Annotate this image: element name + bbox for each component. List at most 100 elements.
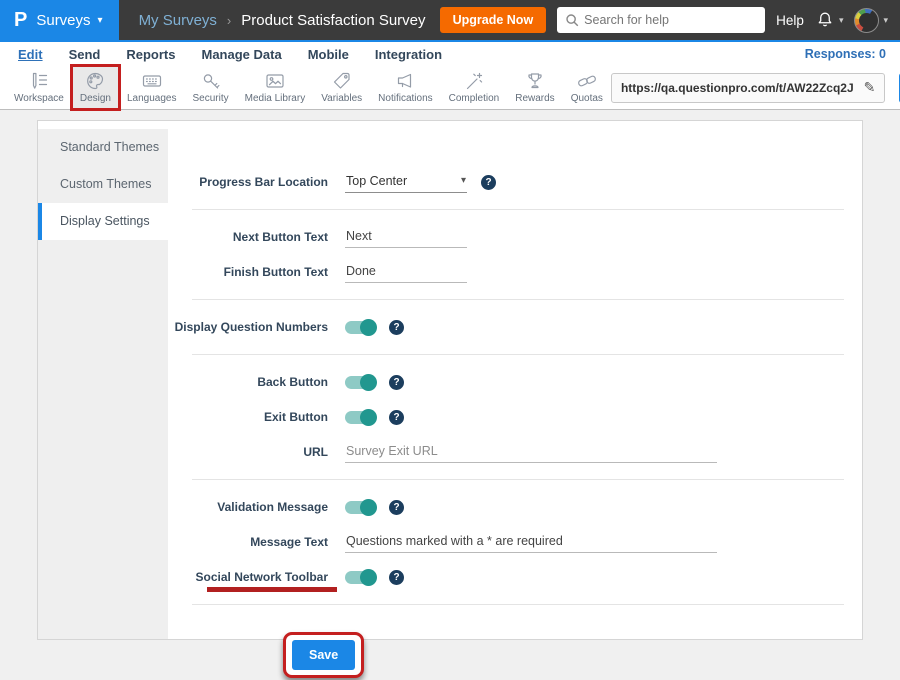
tool-label: Design [80, 93, 111, 104]
tool-label: Workspace [14, 93, 64, 104]
sidebar-item-custom-themes[interactable]: Custom Themes [38, 166, 168, 203]
survey-url: https://qa.questionpro.com/t/AW22Zcq2J [621, 81, 854, 95]
tool-rewards[interactable]: Rewards [507, 66, 562, 109]
help-icon[interactable] [389, 410, 404, 425]
divider [192, 299, 844, 300]
validation-message-label: Validation Message [168, 500, 328, 514]
red-underline-annotation [207, 587, 337, 592]
tool-variables[interactable]: Variables [313, 66, 370, 109]
design-palette-icon [84, 70, 106, 92]
nav-tab-send[interactable]: Send [69, 47, 101, 62]
display-question-numbers-row: Display Question Numbers [168, 315, 862, 339]
nav-tab-edit[interactable]: Edit [18, 47, 43, 62]
exit-url-input[interactable] [345, 442, 717, 463]
nav-tab-integration[interactable]: Integration [375, 47, 442, 62]
display-question-numbers-toggle[interactable] [345, 321, 375, 334]
divider [192, 209, 844, 210]
exit-url-label: URL [168, 445, 328, 459]
exit-button-toggle[interactable] [345, 411, 375, 424]
search-icon [564, 12, 580, 28]
topbar: P Surveys ▾ My Surveys › Product Satisfa… [0, 0, 900, 40]
display-question-numbers-label: Display Question Numbers [168, 320, 328, 334]
megaphone-icon [394, 70, 416, 92]
social-network-toolbar-label: Social Network Toolbar [168, 570, 328, 584]
help-search [557, 7, 765, 33]
search-input[interactable] [557, 7, 765, 33]
back-button-label: Back Button [168, 375, 328, 389]
message-text-input[interactable] [345, 532, 717, 553]
survey-nav: Edit Send Reports Manage Data Mobile Int… [0, 40, 900, 66]
tool-label: Variables [321, 93, 362, 104]
exit-url-row: URL [168, 440, 862, 464]
tool-design[interactable]: Design [72, 66, 119, 109]
help-icon[interactable] [481, 175, 496, 190]
tool-security[interactable]: Security [184, 66, 236, 109]
exit-button-label: Exit Button [168, 410, 328, 424]
finish-button-text-input[interactable] [345, 262, 467, 283]
tool-completion[interactable]: Completion [441, 66, 508, 109]
responses-count[interactable]: Responses: 0 [805, 47, 886, 61]
nav-tab-manage-data[interactable]: Manage Data [201, 47, 281, 62]
chain-links-icon [576, 70, 598, 92]
product-logo-box[interactable]: P Surveys ▾ [0, 0, 119, 40]
surveys-menu[interactable]: Surveys ▾ [36, 12, 102, 29]
help-icon[interactable] [389, 570, 404, 585]
next-button-text-label: Next Button Text [168, 230, 328, 244]
notifications-bell[interactable]: ▾ [815, 10, 844, 30]
save-button[interactable]: Save [292, 640, 355, 670]
upgrade-now-button[interactable]: Upgrade Now [440, 7, 547, 33]
tool-label: Media Library [245, 93, 306, 104]
nav-tab-mobile[interactable]: Mobile [308, 47, 349, 62]
bell-icon [815, 10, 835, 30]
sidebar-item-standard-themes[interactable]: Standard Themes [38, 129, 168, 166]
breadcrumb-my-surveys[interactable]: My Surveys [139, 12, 217, 29]
edit-toolbar: Workspace Design Languages Security Medi… [0, 66, 900, 110]
progress-bar-location-select[interactable]: Top Center ▾ [345, 172, 467, 193]
tool-quotas[interactable]: Quotas [563, 66, 611, 109]
help-link[interactable]: Help [776, 13, 804, 28]
help-icon[interactable] [389, 320, 404, 335]
next-button-text-input[interactable] [345, 227, 467, 248]
tool-notifications[interactable]: Notifications [370, 66, 440, 109]
help-icon[interactable] [389, 500, 404, 515]
tool-label: Languages [127, 93, 177, 104]
survey-url-box: https://qa.questionpro.com/t/AW22Zcq2J ✎ [611, 73, 885, 103]
tool-label: Completion [449, 93, 500, 104]
tool-label: Notifications [378, 93, 432, 104]
social-network-toolbar-toggle[interactable] [345, 571, 375, 584]
breadcrumb-separator-icon: › [227, 13, 231, 28]
account-menu[interactable]: ▾ [854, 8, 888, 33]
breadcrumb: My Surveys › Product Satisfaction Survey [139, 12, 426, 29]
message-text-row: Message Text [168, 530, 862, 554]
design-sidebar: Standard Themes Custom Themes Display Se… [38, 129, 168, 639]
tool-media-library[interactable]: Media Library [237, 66, 314, 109]
selected-value: Top Center [346, 174, 407, 188]
finish-button-text-row: Finish Button Text [168, 260, 862, 284]
questionpro-logo-icon: P [14, 10, 27, 30]
chevron-down-icon: ▾ [461, 175, 466, 186]
edit-url-pencil-icon[interactable]: ✎ [864, 79, 876, 96]
tool-languages[interactable]: Languages [119, 66, 185, 109]
image-icon [264, 70, 286, 92]
magic-wand-icon [463, 70, 485, 92]
divider [192, 604, 844, 605]
surveys-menu-label: Surveys [36, 12, 90, 29]
validation-message-toggle[interactable] [345, 501, 375, 514]
validation-message-row: Validation Message [168, 495, 862, 519]
page-title: Product Satisfaction Survey [241, 12, 425, 29]
chevron-down-icon: ▾ [839, 15, 844, 26]
chevron-down-icon: ▾ [883, 15, 888, 26]
sidebar-item-display-settings[interactable]: Display Settings [38, 203, 168, 240]
workspace-icon [28, 70, 50, 92]
tool-workspace[interactable]: Workspace [6, 66, 72, 109]
key-icon [200, 70, 222, 92]
help-icon[interactable] [389, 375, 404, 390]
divider [192, 354, 844, 355]
keyboard-icon [141, 70, 163, 92]
design-settings-card: Standard Themes Custom Themes Display Se… [37, 120, 863, 640]
message-text-label: Message Text [168, 535, 328, 549]
back-button-toggle[interactable] [345, 376, 375, 389]
nav-tab-reports[interactable]: Reports [126, 47, 175, 62]
exit-button-row: Exit Button [168, 405, 862, 429]
tag-icon [331, 70, 353, 92]
